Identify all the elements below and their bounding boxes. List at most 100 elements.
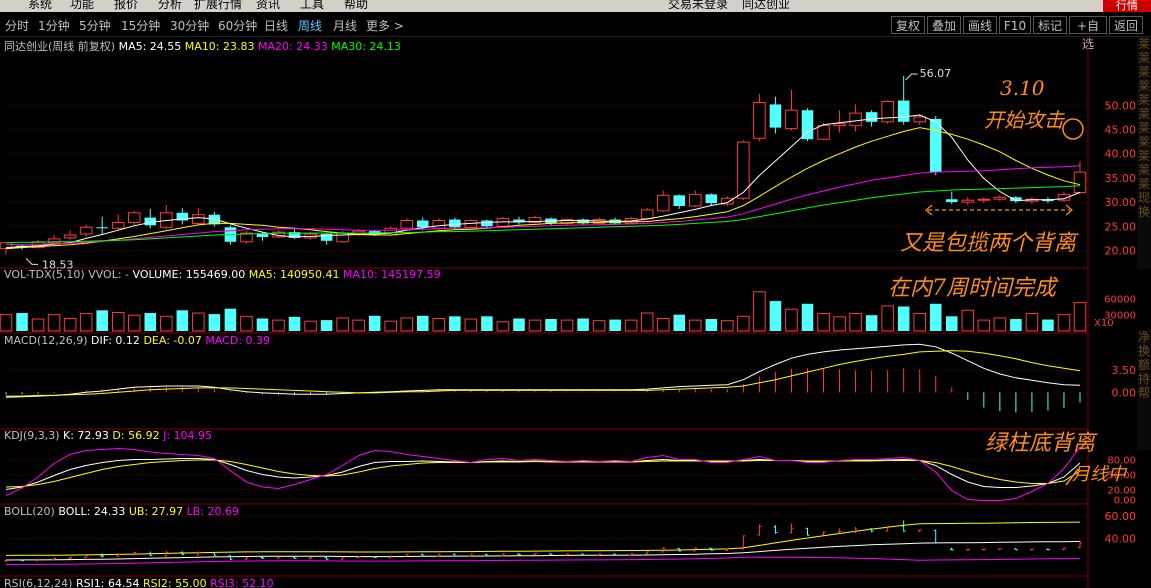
volume-bar [47,314,61,332]
volume-bar [945,316,958,331]
legend-entry: MA30: 24.13 [331,40,401,53]
tab-monthly[interactable]: 月线 [333,17,357,34]
candle-body [817,125,830,140]
volume-bar [288,316,301,331]
volume-bar [624,319,638,332]
menu-news[interactable]: 资讯 [256,0,280,12]
menu-tools[interactable]: 工具 [300,0,324,12]
volume-bar [737,315,750,332]
volume-bar [640,312,654,332]
volume-bar [913,313,926,332]
y-tick-label: 40.00 [1105,533,1137,546]
menu-quote[interactable]: 报价 [114,0,138,12]
y-tick-label: 0.00 [1112,386,1137,399]
tab-60min[interactable]: 60分钟 [218,17,257,34]
candle-body [913,116,926,123]
menu-system[interactable]: 系统 [28,0,52,12]
menu-function[interactable]: 功能 [70,0,94,12]
candle-body [737,141,750,199]
menu-help[interactable]: 帮助 [344,0,368,12]
pane-title: BOLL(20) BOLL: 24.33 UB: 27.97 LB: 20.69 [4,505,239,518]
tab-1min[interactable]: 1分钟 [38,17,70,34]
legend-entry: VOLUME: 155469.00 [133,268,249,281]
menu-analysis[interactable]: 分析 [158,0,182,12]
volume-bar [656,317,670,332]
legend-entry: RSI(6,12,24) [4,577,76,588]
candle-body [640,209,654,220]
login-status: 交易未登录 [668,0,729,11]
y-tick-label: 30.00 [1105,196,1137,209]
stock-name-title: 同达创业 [742,0,791,11]
candle-body [96,227,108,229]
volume-bar [336,317,349,332]
pane-title: 同达创业(周线 前复权) MA5: 24.55 MA10: 23.83 MA20… [4,39,401,53]
d-line [5,459,1081,488]
legend-entry: D: 56.92 [112,429,163,442]
y-tick-label: 50.00 [1105,99,1137,112]
tab-15min[interactable]: 15分钟 [121,17,160,34]
tab-intraday[interactable]: 分时 [5,17,29,34]
pane-title: VOL-TDX(5,10) VVOL: - VOLUME: 155469.00 … [4,268,441,281]
annotation-text: 月线中 [1072,464,1128,485]
volume-bar [961,309,975,332]
annotation-circle [1062,118,1084,140]
back-button[interactable]: 返回 [1109,16,1143,34]
legend-entry: RSI2: 55.00 [143,577,210,588]
volume-bar [833,316,846,332]
volume-bar [160,315,173,332]
adjust-button[interactable]: 复权 [891,16,925,34]
candle-body [352,230,365,235]
volume-bar [753,291,766,332]
y-tick-label: 3.50 [1112,364,1137,377]
volume-bar [368,315,381,331]
legend-entry: DEA: -0.07 [143,334,205,347]
tab-30min[interactable]: 30分钟 [170,17,209,34]
volume-bar [63,317,77,332]
candle-body [977,198,991,201]
volume-bar [16,313,28,331]
annotation-text: 在内7周时间完成 [888,276,1059,301]
volume-bar [1042,319,1054,331]
annotation-text: 3.10 [1000,76,1045,100]
volume-bar [513,318,525,331]
mark-button[interactable]: 标记 [1033,16,1067,34]
f10-button[interactable]: F10 [999,16,1031,34]
draw-line-button[interactable]: 画线 [963,16,997,34]
add-watchlist-button[interactable]: +自选 [1069,16,1107,51]
volume-bar [721,320,734,332]
candle-body [449,219,461,228]
volume-bar [79,313,93,332]
volume-bar [1073,302,1087,332]
volume-bar [993,317,1007,332]
candle-body [400,219,414,229]
legend-entry: MACD(12,26,9) [4,334,91,347]
volume-bar [592,320,606,332]
volume-bar [384,320,397,332]
volume-bar [801,303,814,331]
candle-body [961,199,975,203]
candle-body [785,109,798,130]
volume-bar [192,312,205,332]
volume-bar [977,319,991,332]
tab-more[interactable]: 更多 > [366,17,404,34]
volume-bar [352,319,365,332]
stock-chart[interactable]: 同达创业(周线 前复权) MA5: 24.55 MA10: 23.83 MA20… [0,37,1136,588]
trade-button[interactable]: 行情 [1103,0,1151,12]
tab-weekly[interactable]: 周线 [298,17,322,34]
dea-line [6,350,1081,397]
candle-body [945,199,958,203]
tab-5min[interactable]: 5分钟 [79,17,111,34]
candle-body [673,195,686,206]
candle-body [256,234,269,237]
candle-body [705,194,718,204]
volume-bar [272,319,285,332]
legend-entry: RSI1: 64.54 [76,577,143,588]
menu-ext-quote[interactable]: 扩展行情 [194,0,242,12]
overlay-button[interactable]: 叠加 [927,16,961,34]
tab-daily[interactable]: 日线 [264,17,288,34]
volume-bar [176,310,189,331]
volume-bar [432,317,446,332]
volume-bar [817,313,830,332]
volume-bar [304,320,317,332]
volume-bar [320,320,333,331]
